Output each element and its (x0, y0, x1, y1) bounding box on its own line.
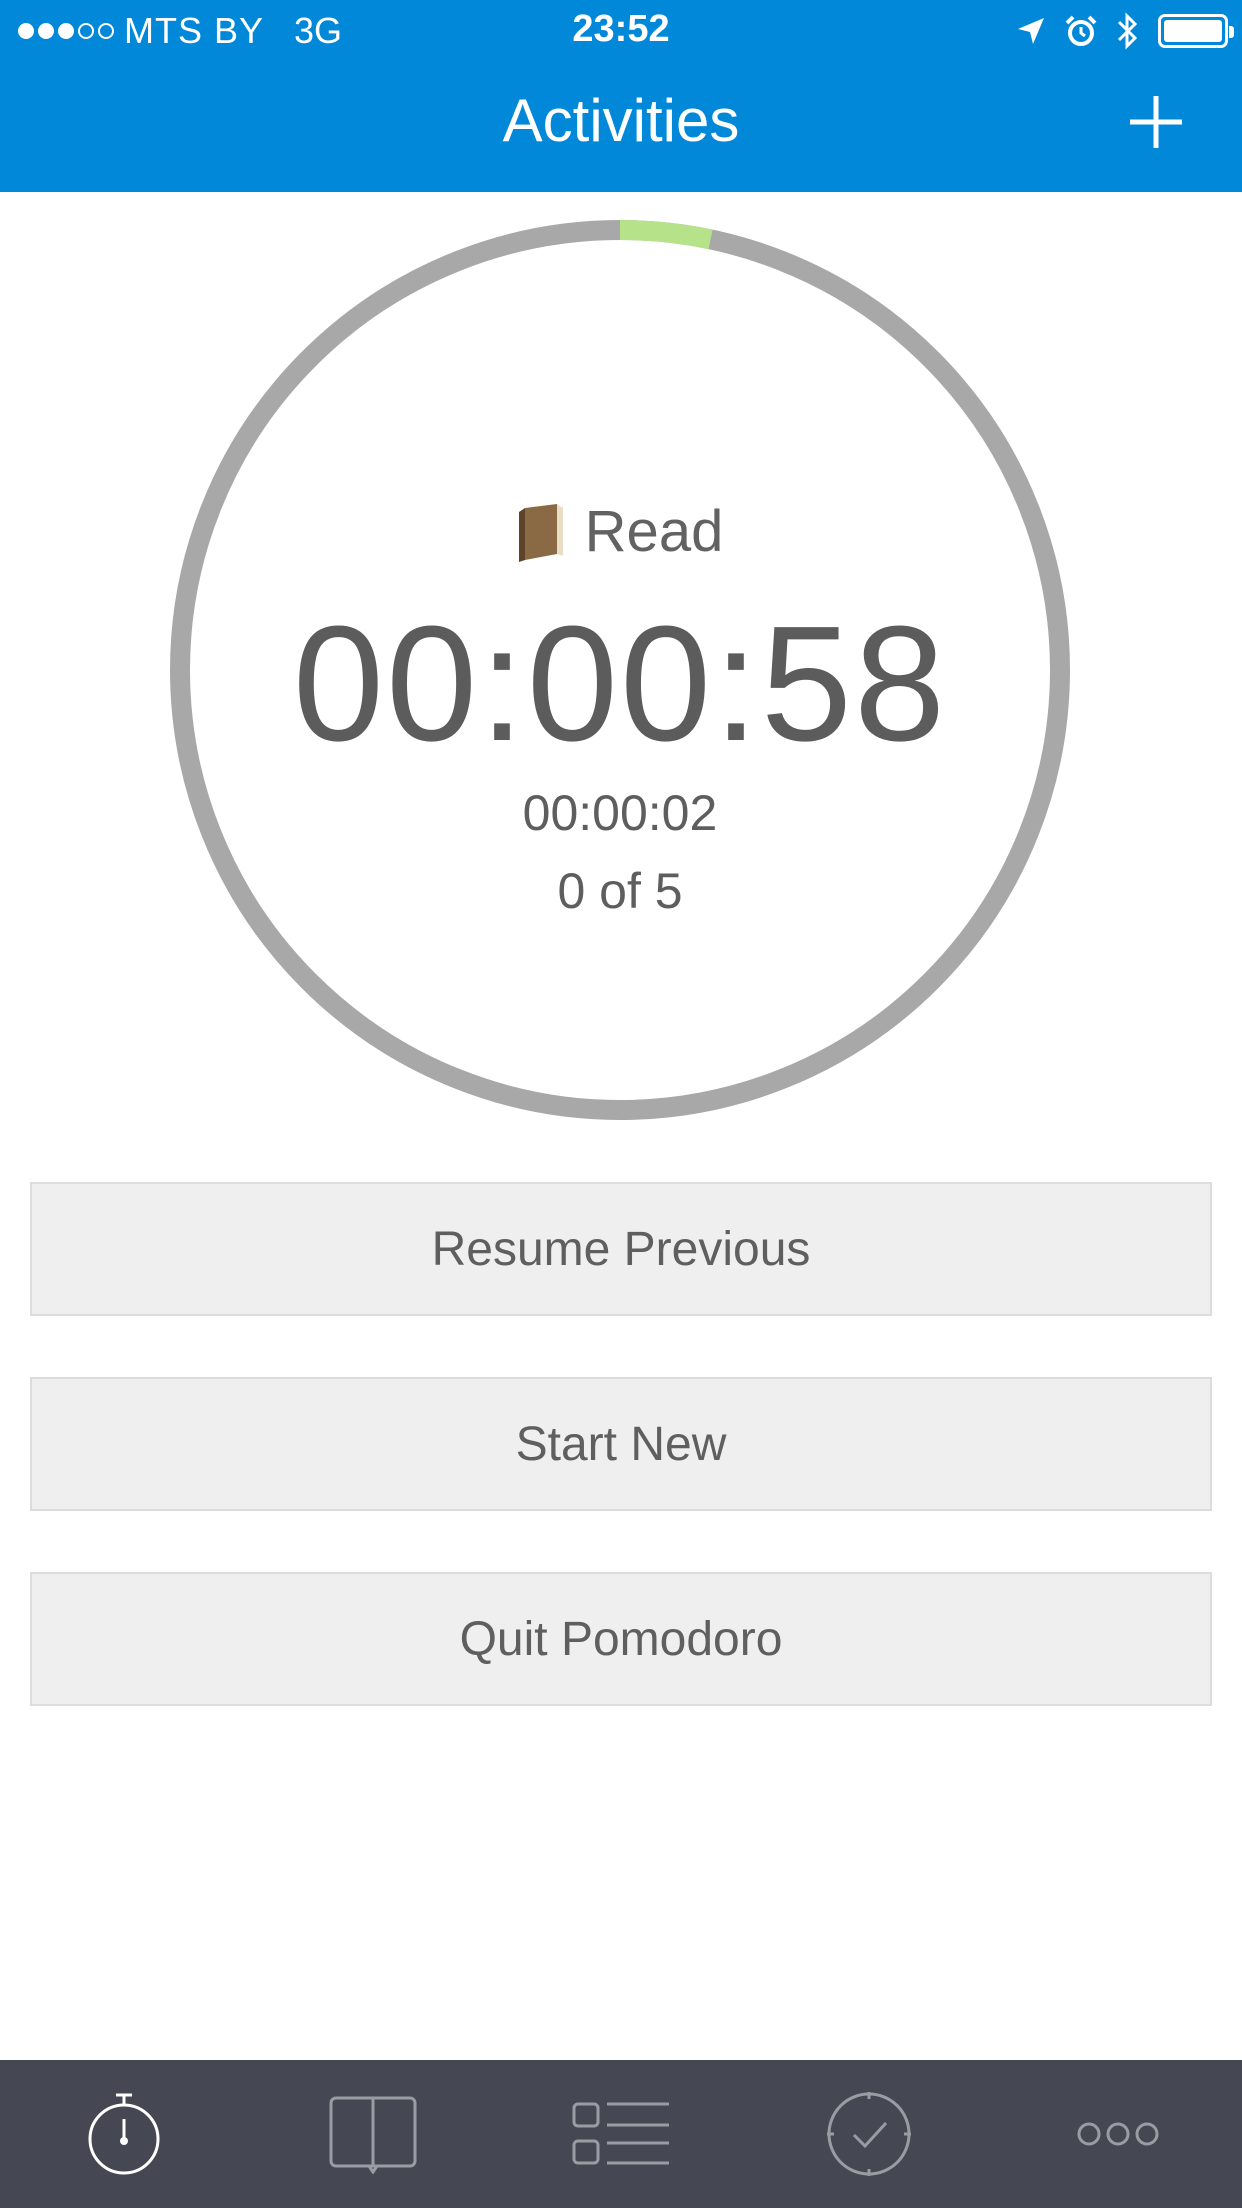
tab-goals[interactable] (745, 2060, 993, 2208)
add-activity-button[interactable] (1128, 94, 1184, 150)
status-right (1016, 12, 1234, 50)
tab-journal[interactable] (248, 2060, 496, 2208)
tab-bar (0, 2060, 1242, 2208)
resume-previous-button[interactable]: Resume Previous (30, 1182, 1212, 1316)
check-clock-icon (827, 2092, 912, 2176)
alarm-icon (1065, 15, 1097, 46)
list-icon (572, 2102, 670, 2165)
tab-more[interactable] (994, 2060, 1242, 2208)
secondary-time: 00:00:02 (522, 785, 718, 841)
book-icon (329, 2096, 417, 2174)
start-new-button[interactable]: Start New (30, 1377, 1212, 1511)
bluetooth-icon (1117, 12, 1138, 50)
battery-icon (1158, 14, 1234, 48)
pomodoro-count: 0 of 5 (557, 863, 683, 919)
elapsed-time: 00:00:58 (292, 592, 948, 775)
stopwatch-icon (88, 2093, 160, 2175)
status-bar: MTS BY 3G 23:52 (0, 0, 1242, 60)
more-icon (1077, 2122, 1159, 2146)
book-icon (518, 503, 563, 562)
location-arrow-icon (1018, 18, 1044, 44)
header: MTS BY 3G 23:52 Activities (0, 0, 1242, 192)
activity-name: Read (584, 499, 724, 564)
page-title: Activities (502, 87, 740, 154)
tab-timer[interactable] (0, 2060, 248, 2208)
quit-pomodoro-button[interactable]: Quit Pomodoro (30, 1572, 1212, 1706)
current-activity: Read (170, 498, 1070, 565)
plus-icon (1130, 96, 1182, 148)
tab-list[interactable] (497, 2060, 745, 2208)
timer-display: Read 00:00:58 00:00:02 0 of 5 (170, 220, 1070, 1120)
